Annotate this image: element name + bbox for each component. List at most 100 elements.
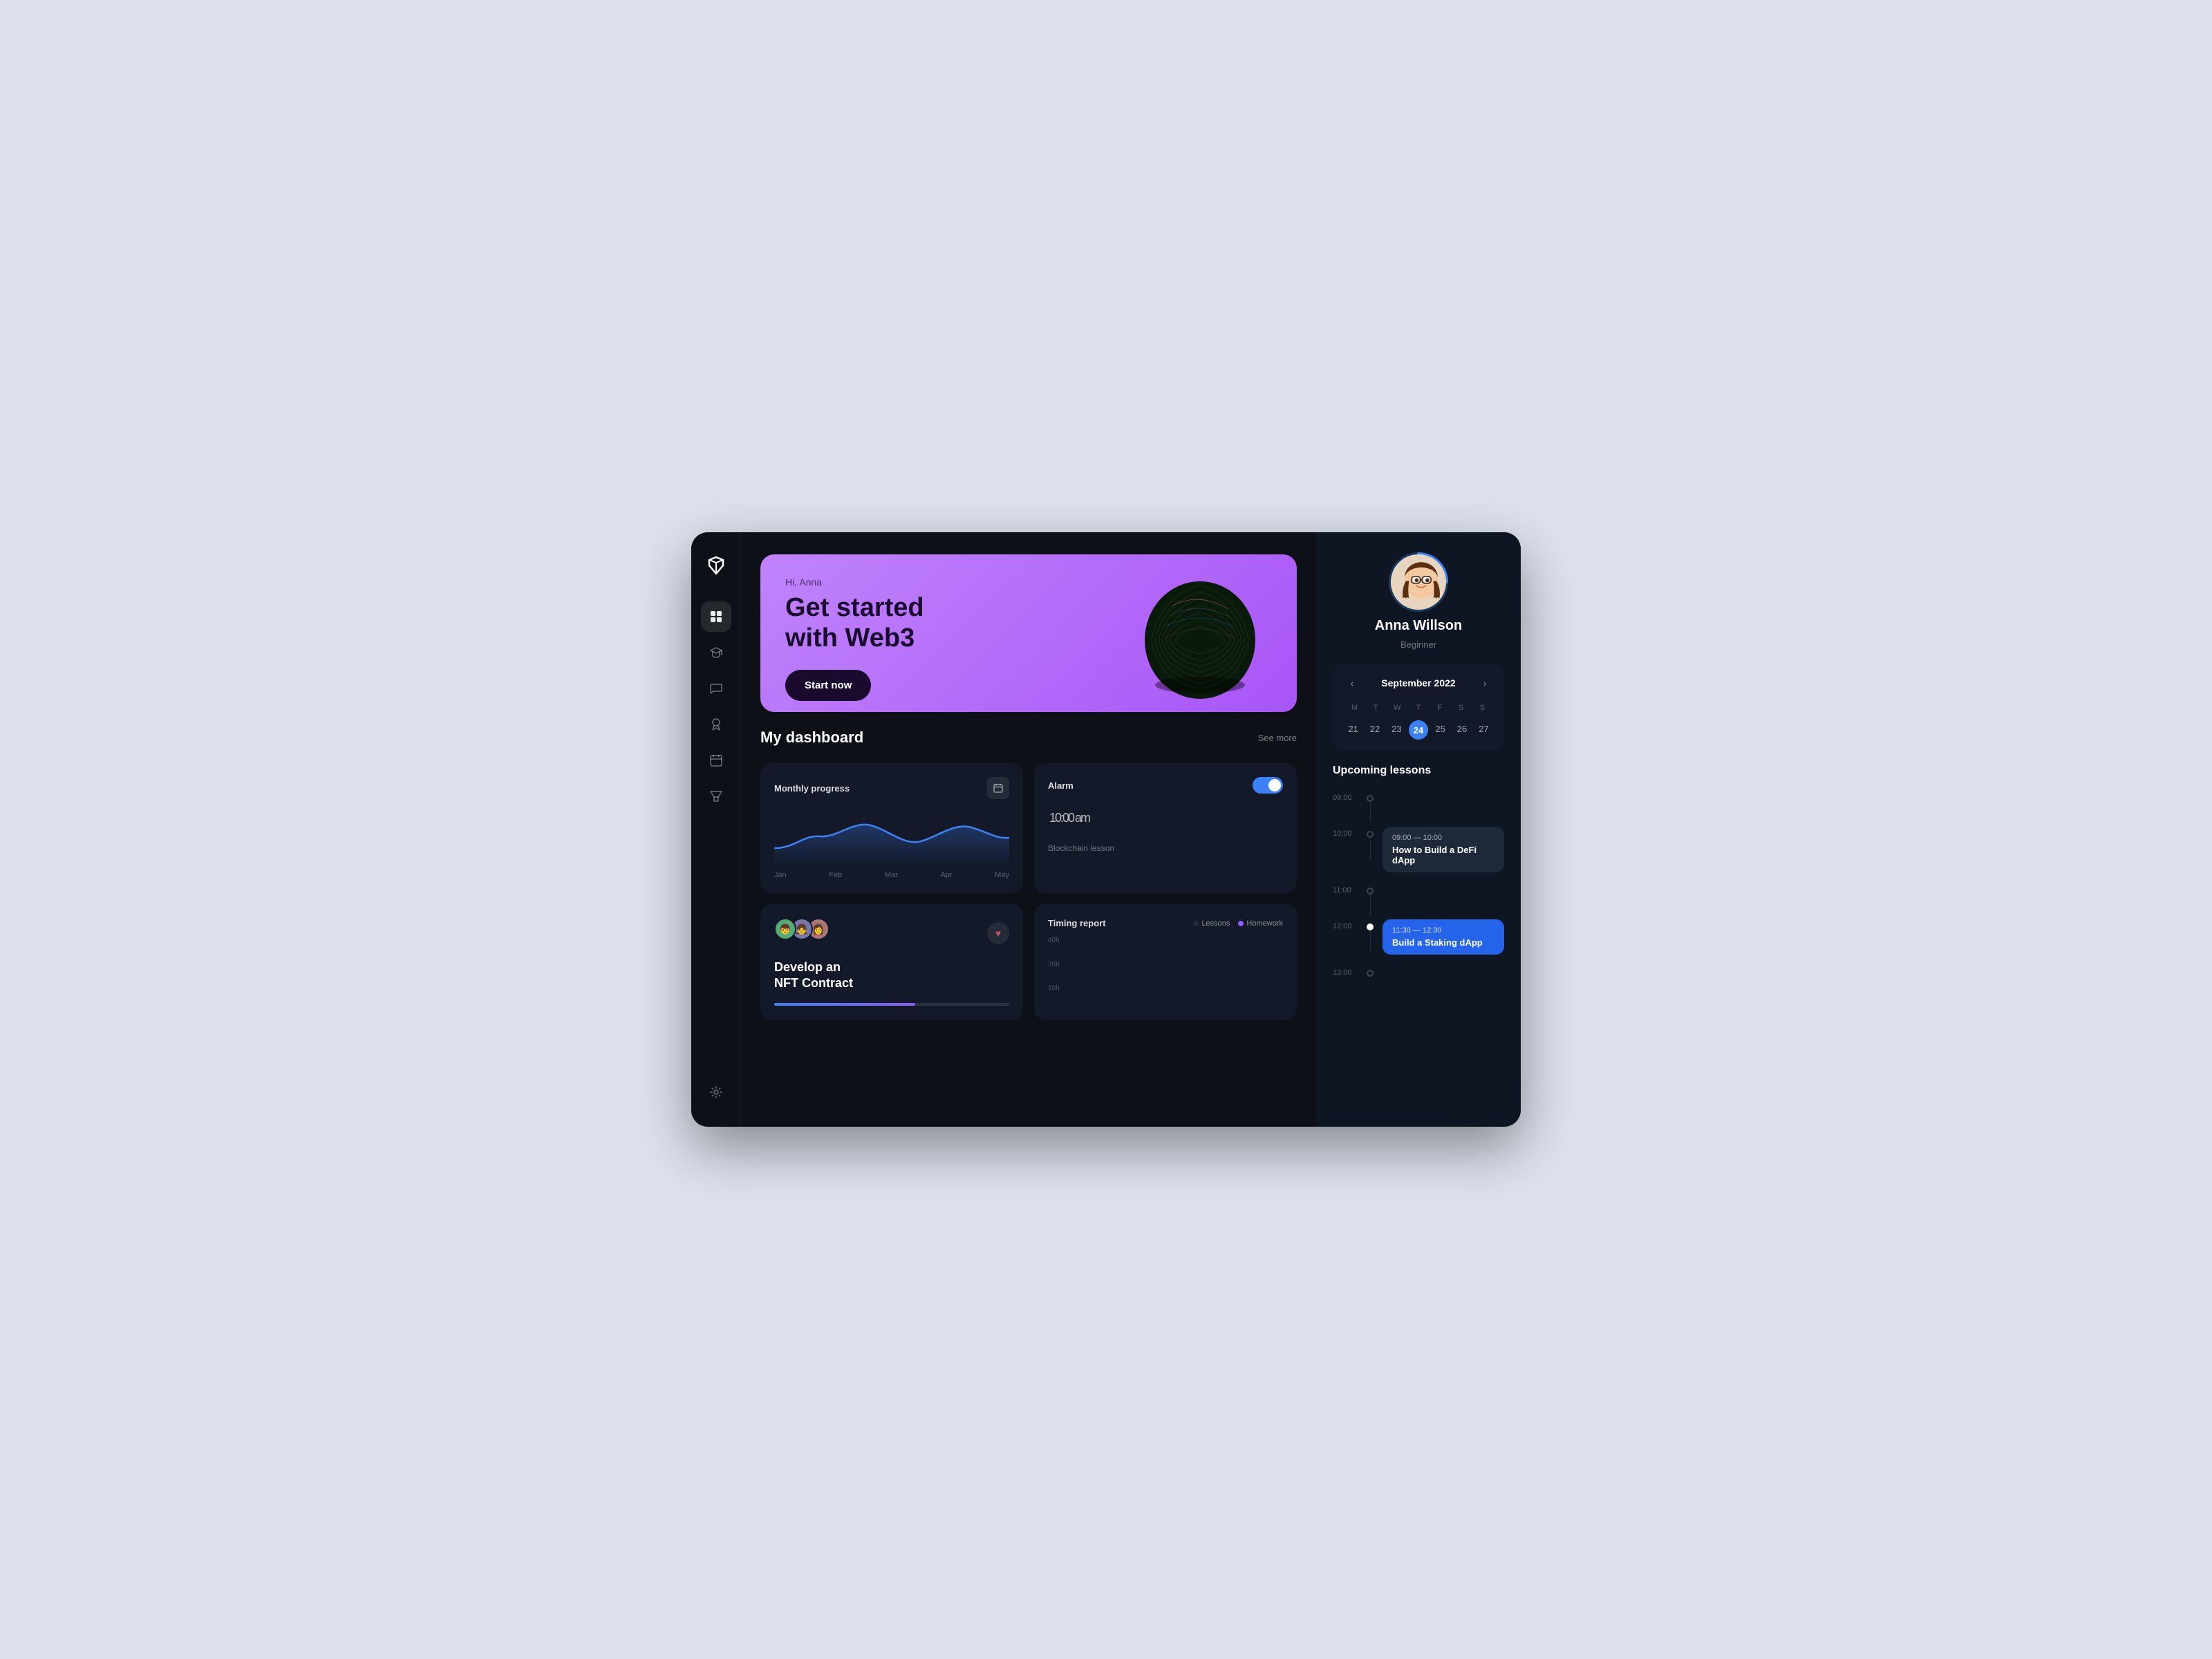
- timeline: 09:00 10:00 09:00 — 10:00 How to Buil: [1333, 791, 1504, 1002]
- app-container: Hi, Anna Get started with Web3 Start now: [691, 532, 1521, 1127]
- cal-header-T1: T: [1365, 701, 1387, 715]
- timeline-content-1300: [1382, 966, 1504, 977]
- timing-label: Timing report: [1048, 918, 1106, 928]
- cal-day-24[interactable]: 24: [1409, 720, 1428, 740]
- time-1100: 11:00: [1333, 883, 1358, 894]
- month-apr: Apr: [940, 871, 952, 879]
- avatar-1: 👦: [774, 918, 796, 940]
- sidebar-nav: [701, 601, 731, 1077]
- month-mar: Mar: [885, 871, 898, 879]
- start-now-button[interactable]: Start now: [785, 670, 871, 701]
- month-may: May: [995, 871, 1009, 879]
- cal-day-23[interactable]: 23: [1387, 720, 1406, 740]
- legend-lessons: Lessons: [1193, 919, 1230, 928]
- timeline-content-1000: 09:00 — 10:00 How to Build a DeFi dApp: [1382, 827, 1504, 883]
- see-more-link[interactable]: See more: [1258, 733, 1297, 743]
- alarm-header: Alarm: [1048, 777, 1283, 794]
- bar-y-labels: 40h 20h 10h: [1048, 937, 1060, 992]
- timeline-vline-1200: [1370, 930, 1371, 951]
- timeline-content-1100: [1382, 883, 1504, 894]
- chart-month-labels: Jan Feb Mar Apr May: [774, 871, 1009, 879]
- cal-day-22[interactable]: 22: [1365, 720, 1384, 740]
- sidebar-item-awards[interactable]: [701, 709, 731, 740]
- nft-progress-fill: [774, 1003, 915, 1006]
- timeline-line-1000: [1366, 827, 1374, 859]
- cal-header-F: F: [1429, 701, 1450, 715]
- timeline-row-1200: 12:00 11:30 — 12:30 Build a Staking dApp: [1333, 919, 1504, 966]
- nft-avatar-group: 👦 👧 👩: [774, 918, 824, 940]
- profile-avatar: [1391, 554, 1446, 610]
- timeline-vline-1000: [1370, 838, 1371, 859]
- sidebar-item-settings[interactable]: [701, 1077, 731, 1107]
- cal-day-21[interactable]: 21: [1344, 720, 1362, 740]
- hero-3d-decoration: [1131, 564, 1269, 702]
- cal-header-M: M: [1344, 701, 1365, 715]
- monthly-progress-card: Monthly progress: [760, 763, 1023, 893]
- time-1300: 13:00: [1333, 966, 1358, 977]
- timeline-row-1100: 11:00: [1333, 883, 1504, 919]
- cal-header-W: W: [1387, 701, 1408, 715]
- timeline-dot-1200: [1367, 924, 1374, 930]
- calendar-next-btn[interactable]: ›: [1477, 675, 1493, 691]
- profile-name: Anna Willson: [1375, 618, 1462, 634]
- nft-favorite-btn[interactable]: ♥: [987, 922, 1009, 944]
- time-0900: 09:00: [1333, 791, 1358, 802]
- alarm-time: 10:00am: [1048, 805, 1283, 841]
- legend-lessons-dot: [1193, 921, 1199, 926]
- sidebar: [691, 532, 741, 1127]
- cal-day-26[interactable]: 26: [1452, 720, 1471, 740]
- lesson-card-defi[interactable]: 09:00 — 10:00 How to Build a DeFi dApp: [1382, 827, 1504, 872]
- alarm-subtitle: Blockchain lesson: [1048, 843, 1283, 853]
- lesson-card-staking[interactable]: 11:30 — 12:30 Build a Staking dApp: [1382, 919, 1504, 955]
- nft-title: Develop an NFT Contract: [774, 959, 1009, 992]
- timing-header: Timing report Lessons Homework: [1048, 918, 1283, 928]
- sidebar-item-dashboard[interactable]: [701, 601, 731, 632]
- timing-legend: Lessons Homework: [1193, 919, 1283, 928]
- timeline-content-1200: 11:30 — 12:30 Build a Staking dApp: [1382, 919, 1504, 966]
- alarm-label: Alarm: [1048, 780, 1074, 791]
- y-label-10: 10h: [1048, 984, 1060, 992]
- y-label-40: 40h: [1048, 937, 1060, 944]
- timeline-row-0900: 09:00: [1333, 791, 1504, 827]
- sidebar-item-courses[interactable]: [701, 637, 731, 668]
- bar-chart: [1065, 937, 1100, 992]
- timeline-vline-0900: [1370, 802, 1371, 823]
- nft-project-card: 👦 👧 👩 ♥ Develop an NFT Contract: [760, 904, 1023, 1020]
- app-logo[interactable]: [702, 552, 730, 579]
- sidebar-item-inbox[interactable]: [701, 781, 731, 812]
- calendar-prev-btn[interactable]: ‹: [1344, 675, 1360, 691]
- month-feb: Feb: [829, 871, 842, 879]
- timeline-vline-1100: [1370, 894, 1371, 915]
- lesson-defi-time: 09:00 — 10:00: [1392, 834, 1494, 842]
- cal-day-25[interactable]: 25: [1431, 720, 1450, 740]
- main-content: Hi, Anna Get started with Web3 Start now: [741, 532, 1316, 1127]
- legend-homework: Homework: [1238, 919, 1283, 928]
- profile-level: Beginner: [1400, 639, 1436, 650]
- monthly-progress-calendar-btn[interactable]: [987, 777, 1009, 799]
- hero-banner: Hi, Anna Get started with Web3 Start now: [760, 554, 1297, 712]
- cal-header-T2: T: [1408, 701, 1430, 715]
- timeline-dot-1100: [1367, 888, 1374, 894]
- dashboard-grid: Monthly progress: [760, 763, 1297, 1020]
- timeline-content-0900: [1382, 791, 1504, 802]
- calendar-nav: ‹ September 2022 ›: [1344, 675, 1493, 691]
- alarm-toggle[interactable]: [1253, 777, 1283, 794]
- calendar-month: September 2022: [1381, 677, 1455, 688]
- calendar-card: ‹ September 2022 › M T W T F S S 21 22 2…: [1333, 664, 1504, 751]
- profile-section: Anna Willson Beginner: [1333, 552, 1504, 650]
- sidebar-item-calendar[interactable]: [701, 745, 731, 776]
- lesson-staking-time: 11:30 — 12:30: [1392, 926, 1494, 935]
- cal-header-S1: S: [1450, 701, 1472, 715]
- month-jan: Jan: [774, 871, 787, 879]
- monthly-progress-label: Monthly progress: [774, 783, 850, 794]
- monthly-progress-chart: [774, 810, 1009, 865]
- calendar-day-headers: M T W T F S S: [1344, 701, 1493, 715]
- cal-day-27[interactable]: 27: [1474, 720, 1493, 740]
- monthly-progress-header: Monthly progress: [774, 777, 1009, 799]
- lesson-staking-name: Build a Staking dApp: [1392, 937, 1494, 948]
- alarm-card: Alarm 10:00am Blockchain lesson: [1034, 763, 1297, 893]
- upcoming-title: Upcoming lessons: [1333, 765, 1504, 777]
- cal-header-S2: S: [1472, 701, 1493, 715]
- sidebar-item-chat[interactable]: [701, 673, 731, 704]
- timeline-line-1100: [1366, 883, 1374, 915]
